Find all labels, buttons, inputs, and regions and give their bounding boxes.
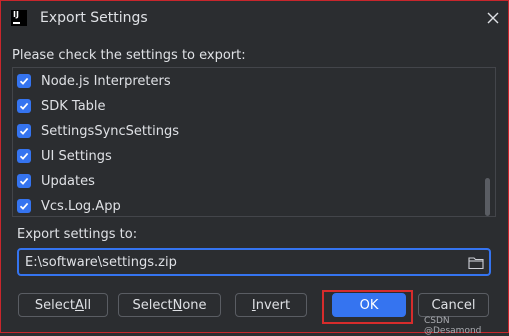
checkbox-checked[interactable] <box>17 199 31 213</box>
list-item-label: UI Settings <box>41 148 112 164</box>
watermark: CSDN @Desamond <box>424 316 482 336</box>
export-path-label: Export settings to: <box>17 227 138 242</box>
window-title: Export Settings <box>40 10 148 26</box>
list-item-label: SDK Table <box>41 98 106 114</box>
checkbox-checked[interactable] <box>17 74 31 88</box>
folder-icon[interactable] <box>468 256 484 270</box>
list-item[interactable]: Vcs.Log.App <box>17 195 121 216</box>
invert-button[interactable]: Invert <box>235 293 307 317</box>
export-path-field[interactable] <box>17 248 491 276</box>
list-item-label: Updates <box>41 173 95 189</box>
list-item[interactable]: UI Settings <box>17 145 112 167</box>
checkbox-checked[interactable] <box>17 124 31 138</box>
prompt-label: Please check the settings to export: <box>12 48 246 63</box>
list-item[interactable]: Updates <box>17 170 95 192</box>
list-item-label: SettingsSyncSettings <box>41 123 179 139</box>
app-icon-text: IJ <box>13 10 19 19</box>
cancel-button[interactable]: Cancel <box>418 293 489 317</box>
select-all-button[interactable]: Select All <box>18 293 108 317</box>
list-item-label: Node.js Interpreters <box>41 73 171 89</box>
checkbox-checked[interactable] <box>17 99 31 113</box>
close-icon[interactable] <box>485 10 501 26</box>
list-item[interactable]: SDK Table <box>17 95 106 117</box>
title-bar: IJ Export Settings <box>1 1 508 35</box>
export-path-input[interactable] <box>25 253 455 271</box>
app-icon: IJ <box>11 10 27 26</box>
list-item[interactable]: SettingsSyncSettings <box>17 120 179 142</box>
list-scrollbar[interactable] <box>485 178 490 216</box>
checkbox-checked[interactable] <box>17 149 31 163</box>
select-none-button[interactable]: Select None <box>118 293 221 317</box>
list-item[interactable]: Node.js Interpreters <box>17 70 171 92</box>
settings-list[interactable]: Node.js Interpreters SDK Table SettingsS… <box>12 67 496 217</box>
checkbox-checked[interactable] <box>17 174 31 188</box>
list-item-label: Vcs.Log.App <box>41 198 121 214</box>
highlight-box <box>322 290 413 324</box>
